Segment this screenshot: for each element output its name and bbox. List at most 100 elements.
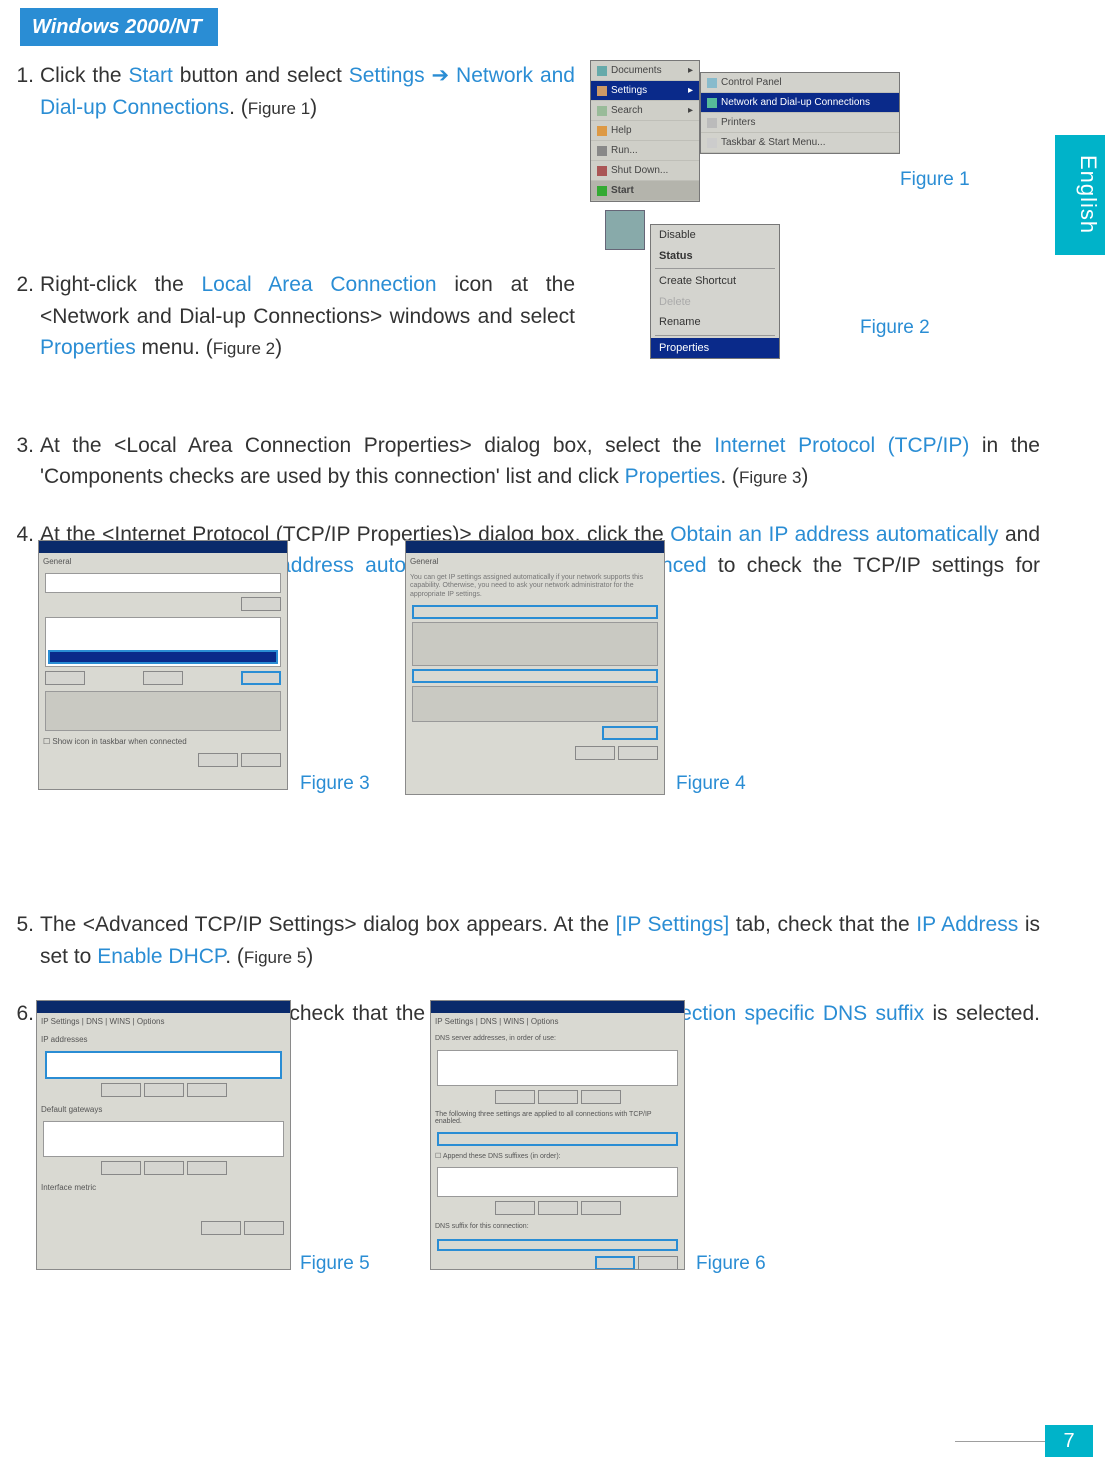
settings-icon <box>597 86 607 96</box>
gateway-list <box>43 1121 284 1157</box>
button <box>495 1201 535 1215</box>
ok-button <box>575 746 615 760</box>
step-text: At the <Local Area Connection Properties… <box>40 430 1040 493</box>
step-number: 2. <box>10 269 40 364</box>
figure-4-dialog: General You can get IP settings assigned… <box>405 540 665 795</box>
desc-text: You can get IP settings assigned automat… <box>406 571 664 602</box>
step-number: 5. <box>10 909 40 972</box>
figure-ref: Figure 3 <box>739 468 801 487</box>
button-row <box>37 1159 290 1179</box>
step-5: 5. The <Advanced TCP/IP Settings> dialog… <box>10 909 1040 972</box>
help-icon <box>597 126 607 136</box>
figure-2-label: Figure 2 <box>860 314 930 343</box>
label: Settings <box>611 83 647 98</box>
label: Shut Down... <box>611 163 668 178</box>
label: Network and Dial-up Connections <box>721 95 870 110</box>
ipsettings-highlight: [IP Settings] <box>616 913 730 936</box>
menu-item: Search▸ <box>591 101 699 121</box>
ctx-item: Status <box>651 246 779 267</box>
label: Control Panel <box>721 75 782 90</box>
ctx-item: Delete <box>651 292 779 313</box>
cancel-button <box>244 1221 284 1235</box>
figure-1-start-menu: Documents▸ Settings▸ Search▸ Help Run...… <box>590 60 700 202</box>
ctx-item: Disable <box>651 225 779 246</box>
label: DNS suffix for this connection: <box>431 1219 684 1236</box>
menu-item: Shut Down... <box>591 161 699 181</box>
start-highlight: Start <box>129 64 173 87</box>
step-number: 3. <box>10 430 40 493</box>
menu-item: Run... <box>591 141 699 161</box>
step-text: The <Advanced TCP/IP Settings> dialog bo… <box>40 909 1040 972</box>
section-heading: Windows 2000/NT <box>20 8 218 46</box>
cancel-button <box>241 753 281 767</box>
dhcp-highlight: Enable DHCP <box>97 945 225 968</box>
button <box>187 1161 227 1175</box>
button <box>143 671 183 685</box>
submenu-item: Control Panel <box>701 73 899 93</box>
step-text: Right-click the Local Area Connection ic… <box>40 269 575 364</box>
ok-button <box>201 1221 241 1235</box>
description-box <box>45 691 281 731</box>
button-row <box>431 1254 684 1270</box>
desc: The following three settings are applied… <box>431 1108 684 1129</box>
arrow-icon: ➔ <box>432 64 457 87</box>
properties-highlight: Properties <box>625 465 721 488</box>
label: Help <box>611 123 632 138</box>
figure-6-dialog: IP Settings | DNS | WINS | Options DNS s… <box>430 1000 685 1270</box>
button <box>101 1161 141 1175</box>
label: Start <box>611 183 634 198</box>
properties-button <box>241 671 281 685</box>
button <box>581 1090 621 1104</box>
title-bar <box>406 541 664 553</box>
dns-server-list <box>437 1050 678 1086</box>
settings-highlight: Settings <box>349 64 432 87</box>
figure-2-context-menu: Disable Status Create Shortcut Delete Re… <box>650 224 780 359</box>
step-number: 1. <box>10 60 40 123</box>
language-tab: English <box>1055 135 1105 255</box>
label: Interface metric <box>37 1179 290 1197</box>
windows-icon <box>597 186 607 196</box>
tab-row: IP Settings | DNS | WINS | Options <box>431 1013 684 1031</box>
printers-icon <box>707 118 717 128</box>
submenu-item: Printers <box>701 113 899 133</box>
t: . ( <box>225 945 244 968</box>
cancel-button <box>618 746 658 760</box>
t: The <Advanced TCP/IP Settings> dialog bo… <box>40 913 616 936</box>
advanced-button <box>602 726 658 740</box>
register-checkbox <box>437 1239 678 1251</box>
network-icon <box>707 98 717 108</box>
dns-fields <box>412 686 658 722</box>
obtain-ip-radio <box>412 605 658 619</box>
components-list <box>45 617 281 667</box>
label: Printers <box>721 115 755 130</box>
step-text: Click the Start button and select Settin… <box>40 60 575 123</box>
lac-highlight: Local Area Connection <box>202 273 437 296</box>
control-panel-icon <box>707 78 717 88</box>
button <box>581 1201 621 1215</box>
search-icon <box>597 106 607 116</box>
t: button and select <box>173 64 349 87</box>
menu-item-selected: Settings▸ <box>591 81 699 101</box>
label: ☐ Append these DNS suffixes (in order): <box>431 1149 684 1166</box>
ctx-item: Rename <box>651 312 779 333</box>
figure-1-label: Figure 1 <box>900 166 970 195</box>
obtain-ip-highlight: Obtain an IP address automatically <box>670 523 998 546</box>
label: Default gateways <box>37 1101 290 1119</box>
button <box>101 1083 141 1097</box>
label: DNS server addresses, in order of use: <box>431 1031 684 1048</box>
button <box>144 1161 184 1175</box>
t: ) <box>310 96 317 119</box>
submenu-item: Taskbar & Start Menu... <box>701 133 899 153</box>
figure-5-label: Figure 5 <box>300 1250 370 1279</box>
adapter-field <box>45 573 281 593</box>
lan-icon <box>605 210 645 250</box>
t: . ( <box>720 465 739 488</box>
tab-row: IP Settings | DNS | WINS | Options <box>37 1013 290 1031</box>
cancel-button <box>638 1256 678 1270</box>
configure-row <box>39 595 287 615</box>
button-row <box>406 724 664 744</box>
button-row <box>39 669 287 689</box>
tcpip-highlight: Internet Protocol (TCP/IP) <box>714 434 969 457</box>
taskbar-icon <box>707 138 717 148</box>
t: Click the <box>40 64 129 87</box>
